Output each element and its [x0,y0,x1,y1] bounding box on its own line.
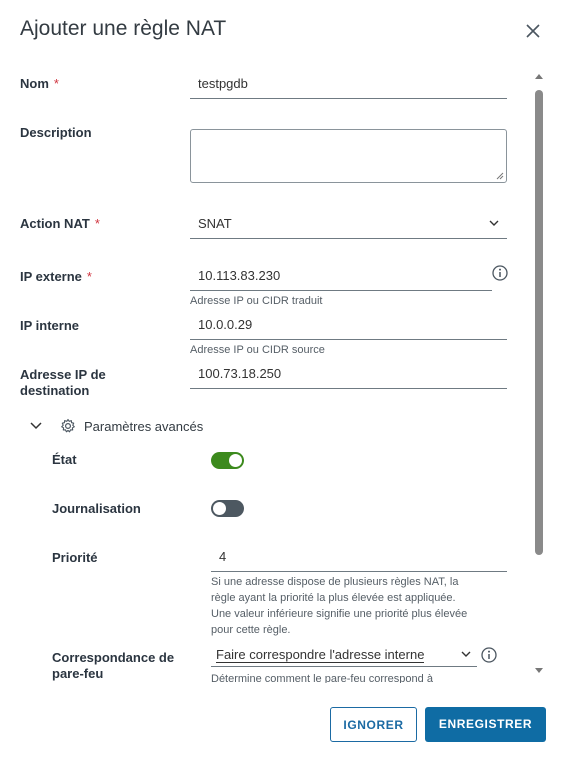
priority-label: Priorité [52,550,98,565]
description-textarea[interactable] [190,129,507,183]
advanced-section-toggle[interactable]: Paramètres avancés [28,417,228,437]
gear-icon [61,418,75,433]
info-icon[interactable] [492,265,508,281]
name-input[interactable]: testpgdb [190,76,507,99]
priority-help: Si une adresse dispose de plusieurs règl… [211,574,511,638]
external-ip-label: IP externe * [20,269,92,284]
external-ip-help: Adresse IP ou CIDR traduit [190,295,323,307]
internal-ip-label: IP interne [20,318,80,333]
external-ip-input[interactable]: 10.113.83.230 [190,268,492,291]
firewall-match-label: Correspondance de pare-feu [52,650,174,682]
action-select-value: SNAT [198,216,232,231]
internal-ip-help: Adresse IP ou CIDR source [190,344,325,356]
firewall-match-select[interactable]: Faire correspondre l'adresse interne [211,647,477,667]
priority-help-line: pour cette règle. [211,624,291,636]
logging-toggle[interactable] [211,500,244,517]
chevron-down-icon [30,422,42,430]
firewall-match-label-line2: pare-feu [52,666,104,681]
required-marker: * [86,269,92,284]
chevron-down-icon [461,651,471,657]
save-button[interactable]: ENREGISTRER [425,707,546,742]
firewall-match-value: Faire correspondre l'adresse interne [216,647,425,663]
description-label: Description [20,125,92,140]
scroll-up-arrow-icon[interactable] [534,72,544,80]
priority-help-line: Une valeur inférieure signifie une prior… [211,608,468,620]
logging-label: Journalisation [52,501,141,516]
toggle-knob [229,454,242,467]
scroll-down-arrow-icon[interactable] [534,667,544,675]
chevron-down-icon [489,220,499,226]
scrollbar-thumb[interactable] [535,90,543,555]
firewall-match-label-line1: Correspondance de [52,650,175,665]
action-select[interactable]: SNAT [190,216,507,239]
state-toggle[interactable] [211,452,244,469]
dest-ip-label-line2: destination [20,383,90,398]
priority-help-line: Si une adresse dispose de plusieurs règl… [211,576,459,588]
internal-ip-input[interactable]: 10.0.0.29 [190,317,507,340]
dest-ip-label: Adresse IP de destination [20,367,106,399]
action-label: Action NAT * [20,216,100,231]
dest-ip-label-line1: Adresse IP de [20,367,106,382]
firewall-match-help-clip: Détermine comment le pare-feu correspond… [211,671,511,683]
state-label: État [52,452,77,467]
required-marker: * [53,76,59,91]
resize-grip-icon[interactable] [496,172,504,180]
close-icon[interactable] [523,21,543,41]
firewall-match-help: Détermine comment le pare-feu correspond… [211,673,433,683]
priority-input[interactable]: 4 [211,549,507,572]
info-icon[interactable] [481,647,497,663]
toggle-knob [213,502,226,515]
ignore-button[interactable]: IGNORER [330,707,417,742]
priority-help-line: règle ayant la priorité la plus élevée e… [211,592,456,604]
dest-ip-input[interactable]: 100.73.18.250 [190,366,507,389]
name-label: Nom * [20,76,59,91]
advanced-section-label: Paramètres avancés [84,419,204,434]
required-marker: * [94,216,100,231]
dialog-title: Ajouter une règle NAT [20,17,227,40]
